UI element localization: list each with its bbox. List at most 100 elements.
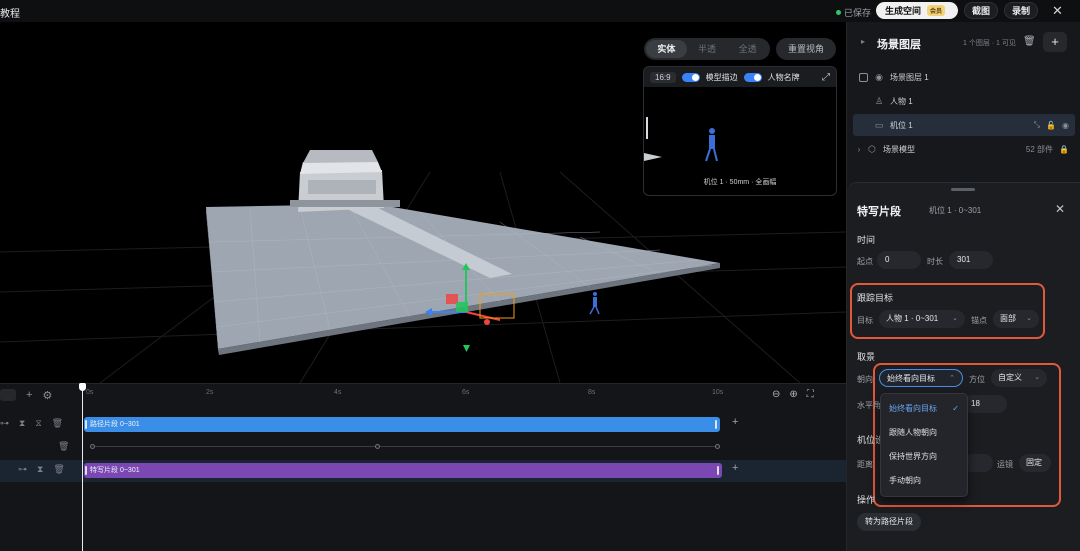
aspect-ratio-select[interactable]: 16:9: [650, 71, 676, 83]
add-layer-button[interactable]: +: [1043, 32, 1067, 52]
playhead-handle[interactable]: [79, 383, 86, 391]
timeline-panel: + ⚙ 0s 2s 4s 6s 8s 10s ⊖ ⊕ ⛶ ⊶ ⧗ ⧖ 🗑 路径片…: [0, 383, 846, 551]
path-segment[interactable]: 路径片段 0~301: [84, 417, 720, 432]
3d-viewport[interactable]: 实体 半透 全透 重置视角 16:9 模型描边 人物名牌 ⤢ 机位 1 · 50…: [0, 22, 846, 383]
target-select[interactable]: 人物 1 · 0~301 ⌄: [879, 310, 965, 328]
close-icon[interactable]: ✕: [1055, 202, 1065, 216]
layer-item-scene-layer[interactable]: ◉ 场景图层 1: [853, 66, 1075, 88]
tick-label: 0s: [86, 389, 94, 396]
segment-label: 特写片段 0~301: [90, 467, 140, 474]
fit-icon[interactable]: ⛶: [807, 389, 814, 400]
keyframe[interactable]: [375, 444, 380, 449]
layer-item-scene-model[interactable]: › ⬡ 场景模型 52 部件 🔒: [853, 138, 1075, 160]
orientation-select[interactable]: 始终看向目标 ⌃: [879, 369, 963, 387]
orientation-option[interactable]: 跟随人物朝向: [881, 422, 967, 444]
trash-icon[interactable]: 🗑: [52, 418, 63, 429]
track-filter-select[interactable]: [0, 389, 16, 401]
orientation-option[interactable]: 始终看向目标 ✓: [881, 398, 967, 420]
collapse-icon[interactable]: ▸: [861, 37, 865, 46]
reset-view-button[interactable]: 重置视角: [776, 38, 836, 60]
editor-subtitle: 机位 1 · 0~301: [929, 206, 982, 215]
layer-item-person[interactable]: ♙ 人物 1: [853, 90, 1075, 112]
azimuth-select[interactable]: 自定义 ⌄: [991, 369, 1047, 387]
playhead-line[interactable]: [82, 383, 83, 551]
zoom-out-icon[interactable]: ⊖: [772, 389, 780, 400]
track-row-keyframes[interactable]: 🗑: [0, 437, 846, 459]
layer-checkbox[interactable]: [859, 72, 868, 82]
record-button[interactable]: 录制: [1004, 2, 1038, 19]
generate-space-label: 生成空间: [885, 6, 922, 16]
expand-icon[interactable]: ›: [853, 145, 865, 154]
layer-item-camera[interactable]: ▭ 机位 1 ⤡ 🔓 ◉: [853, 114, 1075, 136]
mode-transparent[interactable]: 全透: [727, 40, 768, 58]
preview-caption: 机位 1 · 50mm · 全画幅: [703, 179, 777, 186]
closeup-segment[interactable]: 特写片段 0~301: [84, 463, 722, 478]
start-field[interactable]: 0: [877, 251, 921, 269]
cube-icon: ⬡: [868, 143, 876, 154]
trash-icon[interactable]: 🗑: [58, 441, 69, 452]
distance-label: 距离: [857, 460, 873, 469]
link-icon[interactable]: ⊶: [0, 418, 9, 429]
eye-icon[interactable]: ◉: [1062, 121, 1069, 130]
track-row-path[interactable]: ⊶ ⧗ ⧖ 🗑 路径片段 0~301 +: [0, 414, 846, 436]
horizontal-field[interactable]: 18: [963, 395, 1007, 413]
hourglass-icon[interactable]: ⧗: [19, 418, 25, 429]
trash-icon[interactable]: 🗑: [53, 464, 64, 475]
outline-toggle[interactable]: [681, 72, 700, 82]
duration-field[interactable]: 301: [949, 251, 993, 269]
sheet-grabber[interactable]: [951, 188, 975, 191]
mode-solid[interactable]: 实体: [646, 40, 687, 58]
add-track-icon[interactable]: +: [26, 389, 32, 402]
layer-label: 机位 1: [890, 120, 913, 130]
segment-end-handle[interactable]: [715, 420, 717, 429]
person-icon: ♙: [874, 95, 884, 106]
lock-icon[interactable]: 🔓: [1046, 121, 1056, 130]
save-status-label: 已保存: [844, 8, 872, 18]
expand-icon[interactable]: ⤢: [822, 72, 830, 83]
convert-to-path-button[interactable]: 转为路径片段: [857, 513, 921, 531]
orientation-option[interactable]: 保持世界方向: [881, 446, 967, 468]
member-badge: 会员: [927, 5, 946, 16]
horizontal-label: 水平角: [857, 401, 881, 410]
orientation-option[interactable]: 手动朝向: [881, 470, 967, 492]
layers-meta: 1 个图层 · 1 可见: [963, 40, 1016, 47]
track-settings-icon[interactable]: ⚙: [42, 389, 52, 402]
tick-label: 10s: [712, 389, 724, 396]
anchor-select[interactable]: 面部 ⌄: [993, 310, 1039, 328]
tick-label: 2s: [206, 389, 214, 396]
keyframe[interactable]: [90, 444, 95, 449]
lock-icon[interactable]: 🔒: [1059, 145, 1069, 154]
eye-icon[interactable]: ◉: [872, 72, 886, 83]
plaza-model[interactable]: [206, 204, 720, 355]
segment-start-handle[interactable]: [85, 420, 87, 429]
lens-select[interactable]: 固定: [1019, 454, 1051, 472]
generate-space-button[interactable]: 生成空间 会员: [876, 2, 958, 19]
mode-translucent[interactable]: 半透: [687, 40, 728, 58]
hourglass-icon[interactable]: ⧗: [37, 464, 43, 475]
trash-icon[interactable]: 🗑: [1023, 36, 1036, 47]
person-figure[interactable]: [589, 292, 600, 315]
layer-label: 场景图层 1: [890, 72, 929, 82]
segment-end-handle[interactable]: [717, 466, 719, 475]
close-icon[interactable]: ✕: [1052, 3, 1063, 19]
orientation-value: 始终看向目标: [887, 374, 935, 383]
nameplate-toggle[interactable]: [743, 72, 762, 82]
render-mode-toggle[interactable]: 实体 半透 全透: [644, 38, 770, 60]
outline-label: 模型描边: [705, 72, 738, 82]
keyframe[interactable]: [715, 444, 720, 449]
link-icon[interactable]: ⊶: [18, 464, 27, 475]
track-row-closeup[interactable]: ⊶ ⧗ 🗑 特写片段 0~301 +: [0, 460, 846, 482]
add-segment-button[interactable]: +: [732, 462, 738, 474]
window-title: 教程: [0, 9, 20, 20]
zoom-in-icon[interactable]: ⊕: [789, 389, 797, 400]
tracking-section-title: 跟踪目标: [857, 293, 894, 303]
layer-actions: ⤡ 🔓 ◉: [1034, 120, 1075, 130]
snapshot-button[interactable]: 截图: [964, 2, 998, 19]
add-segment-button[interactable]: +: [732, 416, 738, 428]
hourglass-icon[interactable]: ⧖: [35, 418, 41, 429]
gate-building[interactable]: [290, 150, 400, 212]
time-ruler[interactable]: 0s 2s 4s 6s 8s 10s: [82, 384, 732, 406]
segment-start-handle[interactable]: [85, 466, 87, 475]
anchor-value: 面部: [1000, 314, 1016, 323]
path-icon[interactable]: ⤡: [1034, 120, 1040, 130]
